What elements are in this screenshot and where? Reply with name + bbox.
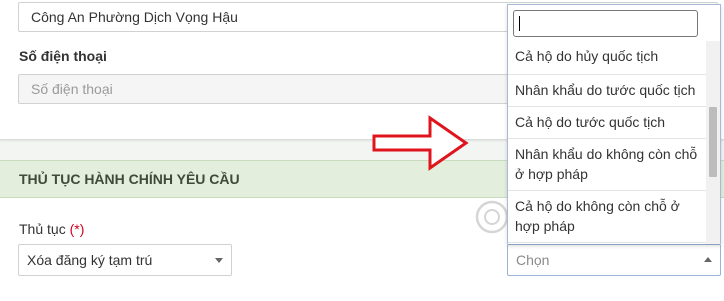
scrollbar-thumb[interactable]	[709, 107, 717, 177]
dropdown-option[interactable]: Cả hộ do tước quốc tịch	[508, 107, 706, 139]
phone-label: Số điện thoại	[19, 48, 107, 64]
procedure-select[interactable]: Xóa đăng ký tạm trú	[18, 244, 232, 276]
procedure-select-value: Xóa đăng ký tạm trú	[27, 252, 153, 268]
chevron-up-icon	[704, 257, 712, 262]
procedure-label: Thủ tục (*)	[19, 221, 84, 237]
chevron-down-icon	[215, 258, 223, 263]
dropdown-search-input[interactable]	[513, 10, 698, 37]
dropdown-panel: Cả hộ do hủy quốc tịch Nhân khẩu do tước…	[507, 4, 721, 244]
section-title: THỦ TỤC HÀNH CHÍNH YÊU CẦU	[19, 171, 240, 187]
dropdown-scrollbar[interactable]	[706, 41, 720, 244]
dropdown-option[interactable]: Nhân khẩu do tước quốc tịch	[508, 75, 706, 107]
required-mark: (*)	[69, 221, 85, 237]
dropdown-option[interactable]: Cả hộ do không còn chỗ ở hợp pháp	[508, 191, 706, 243]
procedure-label-text: Thủ tục	[19, 221, 66, 237]
red-arrow-icon	[372, 115, 469, 171]
text-cursor	[519, 16, 520, 31]
dropdown-option[interactable]: Nhân khẩu do không còn chỗ ở hợp pháp	[508, 139, 706, 191]
dropdown-option[interactable]: Cả hộ do hủy quốc tịch	[508, 41, 706, 75]
dropdown-list: Cả hộ do hủy quốc tịch Nhân khẩu do tước…	[508, 41, 706, 243]
choose-select[interactable]: Chọn	[507, 244, 721, 276]
choose-select-placeholder: Chọn	[516, 252, 550, 268]
